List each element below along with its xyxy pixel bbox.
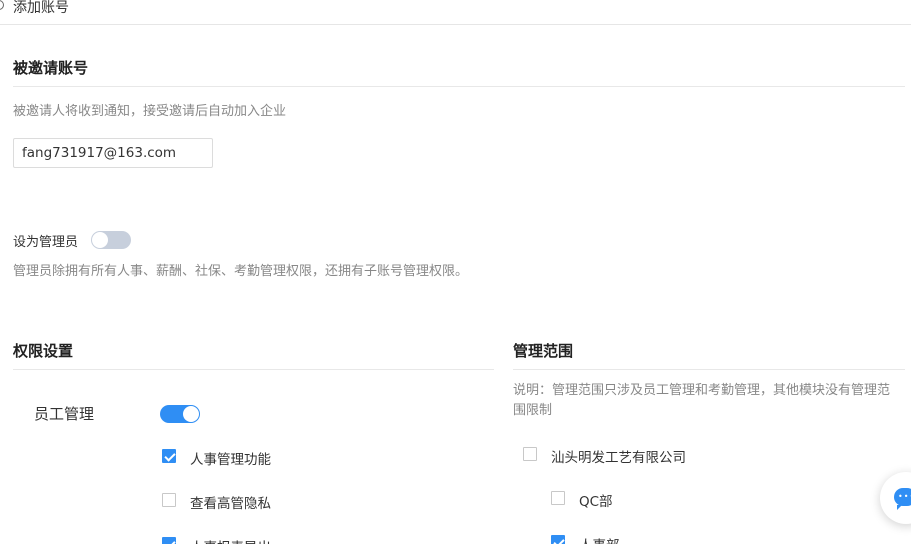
- invite-section-title: 被邀请账号: [13, 59, 89, 77]
- tree-checkbox-qc[interactable]: [551, 491, 565, 505]
- scope-section-title: 管理范围: [513, 342, 574, 360]
- checkbox-hr-report-export-label: 人事报表导出: [190, 536, 271, 544]
- employee-management-toggle[interactable]: [160, 405, 200, 423]
- invite-divider: [13, 86, 905, 87]
- checkbox-hr-management[interactable]: [162, 449, 176, 463]
- chat-dots-icon: •••: [898, 492, 911, 501]
- email-field[interactable]: [13, 138, 213, 168]
- checkbox-hr-report-export[interactable]: [162, 537, 176, 544]
- toggle-knob: [92, 232, 108, 248]
- scope-divider: [513, 369, 905, 370]
- checkbox-executive-privacy[interactable]: [162, 493, 176, 507]
- toggle-knob: [183, 406, 199, 422]
- tree-label-hr: 人事部: [579, 534, 620, 544]
- employee-management-label: 员工管理: [34, 405, 95, 423]
- checkbox-hr-management-label: 人事管理功能: [190, 452, 271, 468]
- checkbox-executive-privacy-label: 查看高管隐私: [190, 496, 271, 512]
- scope-note: 说明：管理范围只涉及员工管理和考勤管理，其他模块没有管理范围限制: [513, 383, 891, 418]
- admin-label: 设为管理员: [13, 235, 79, 250]
- tree-checkbox-hr[interactable]: [551, 535, 565, 544]
- permissions-divider: [13, 369, 494, 370]
- admin-toggle[interactable]: [91, 231, 131, 249]
- chat-button[interactable]: •••: [880, 472, 911, 524]
- permissions-section-title: 权限设置: [13, 342, 74, 360]
- page-title: 添加账号: [13, 0, 69, 16]
- page-header: 添加账号: [0, 0, 911, 25]
- tree-label-company: 汕头明发工艺有限公司: [551, 450, 686, 466]
- tree-label-qc: QC部: [579, 494, 613, 510]
- back-circle-icon[interactable]: [0, 0, 4, 10]
- tree-checkbox-company[interactable]: [523, 447, 537, 461]
- admin-hint: 管理员除拥有所有人事、薪酬、社保、考勤管理权限，还拥有子账号管理权限。: [13, 264, 469, 279]
- invite-hint: 被邀请人将收到通知，接受邀请后自动加入企业: [13, 104, 287, 119]
